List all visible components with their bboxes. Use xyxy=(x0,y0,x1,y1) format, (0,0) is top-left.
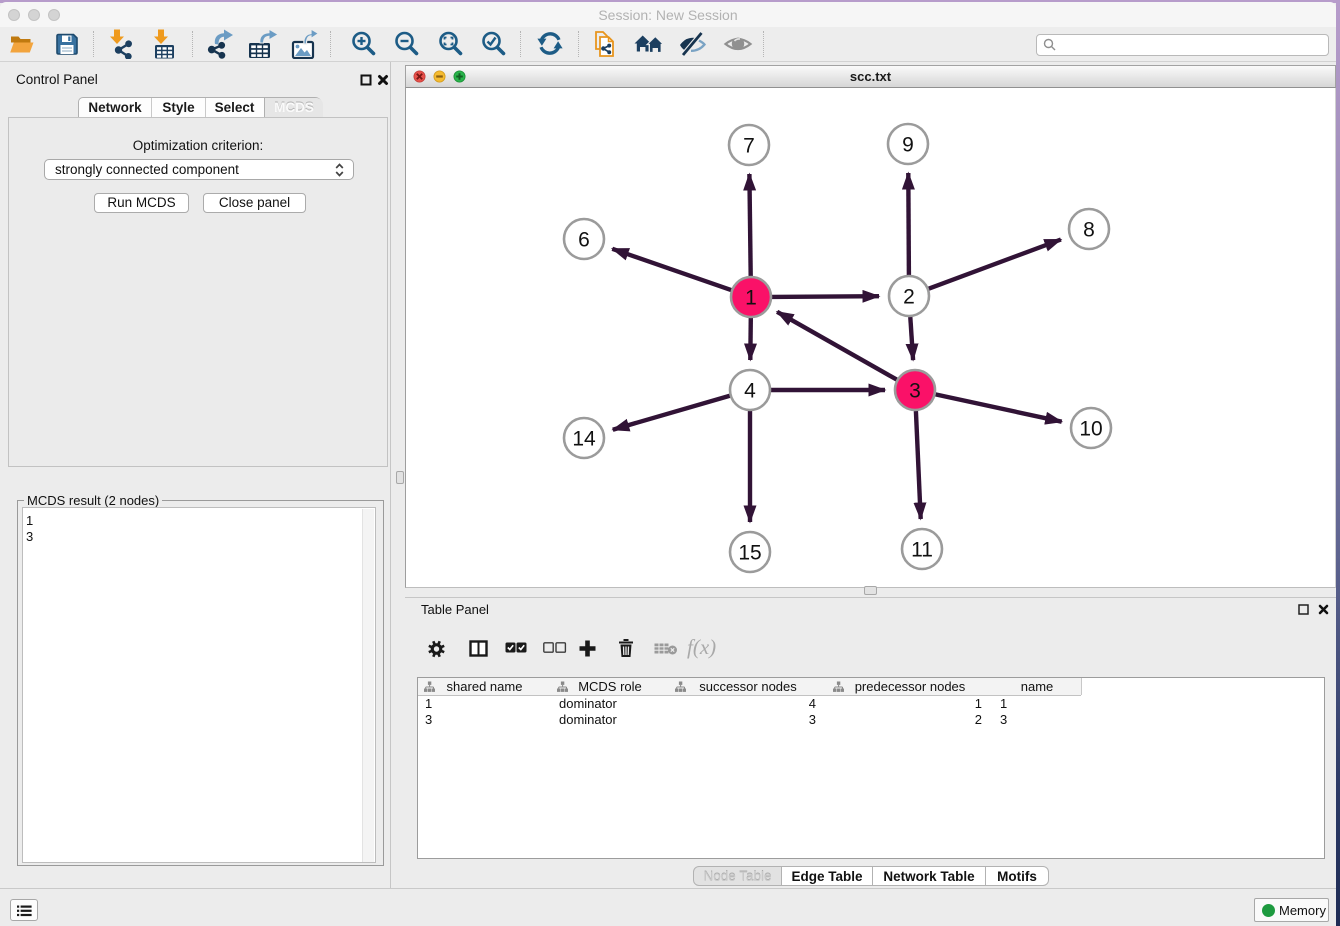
svg-text:15: 15 xyxy=(738,542,761,565)
svg-text:1: 1 xyxy=(745,287,757,310)
svg-text:6: 6 xyxy=(578,229,590,252)
svg-text:10: 10 xyxy=(1079,418,1102,441)
svg-text:14: 14 xyxy=(572,428,596,451)
svg-text:7: 7 xyxy=(743,135,755,158)
svg-text:11: 11 xyxy=(911,539,933,562)
svg-text:9: 9 xyxy=(902,134,914,157)
svg-text:2: 2 xyxy=(903,286,915,309)
svg-text:3: 3 xyxy=(909,380,921,403)
svg-text:4: 4 xyxy=(744,380,756,403)
svg-text:8: 8 xyxy=(1083,219,1095,242)
